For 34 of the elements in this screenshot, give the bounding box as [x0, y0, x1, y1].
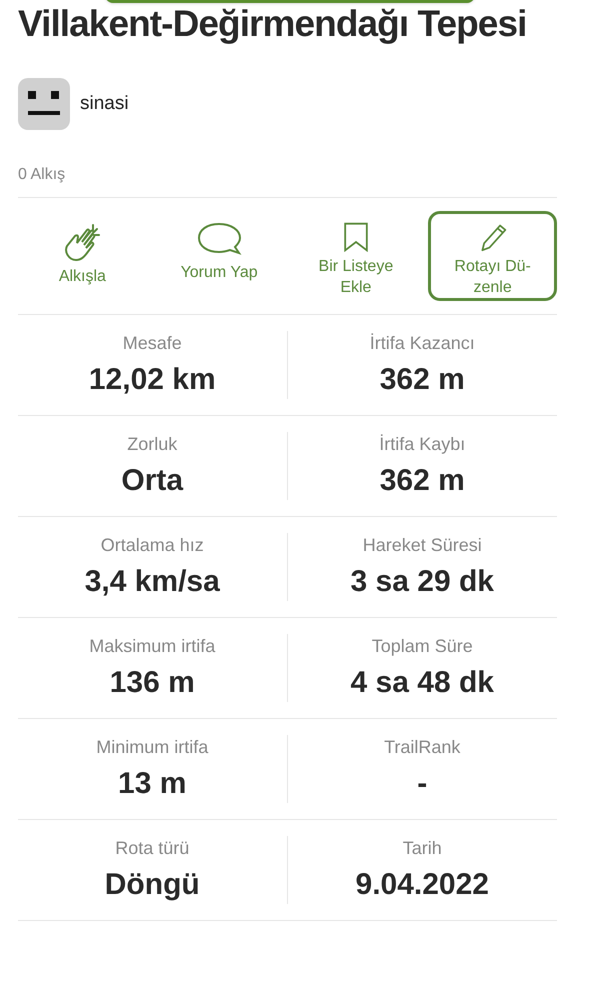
- stat-value: Döngü: [104, 867, 200, 903]
- clap-count: 0 Alkış: [18, 163, 557, 198]
- route-title: Villakent-Değirmendağı Tepesi: [18, 2, 528, 46]
- stat-label: Mesafe: [122, 332, 182, 355]
- clapping-hands-icon: [63, 222, 102, 262]
- action-button[interactable]: Alkışla: [18, 211, 147, 301]
- stat-label: İrtifa Kaybı: [379, 433, 466, 456]
- stat-label: Minimum irtifa: [96, 736, 208, 759]
- stat-value: 9.04.2022: [356, 867, 489, 903]
- action-button[interactable]: Yorum Yap: [154, 211, 284, 301]
- stat-value: 3,4 km/sa: [84, 564, 220, 600]
- stat-value: Orta: [121, 463, 184, 499]
- stat-value: 12,02 km: [88, 362, 216, 398]
- speech-bubble-icon: [196, 222, 242, 258]
- action-button[interactable]: Rotayı Dü-zenle: [428, 211, 557, 301]
- stat-value: 13 m: [118, 766, 186, 802]
- stat-value: 3 sa 29 dk: [350, 564, 494, 600]
- stat-label: Tarih: [402, 837, 442, 860]
- stat-label: Maksimum irtifa: [89, 635, 216, 658]
- stat-label: Ortalama hız: [100, 534, 204, 557]
- stat-label: TrailRank: [384, 736, 460, 759]
- stat-value: 4 sa 48 dk: [350, 665, 494, 701]
- stat-label: Hareket Süresi: [362, 534, 482, 557]
- author-name[interactable]: sinasi: [80, 90, 129, 118]
- stat-value: 362 m: [380, 463, 465, 499]
- stat-label: Zorluk: [127, 433, 178, 456]
- stat-label: Rota türü: [115, 837, 190, 860]
- stat-value: -: [417, 766, 428, 802]
- avatar-icon: [18, 78, 70, 130]
- action-button[interactable]: Bir Listeye Ekle: [292, 211, 420, 301]
- stat-value: 136 m: [110, 665, 195, 701]
- stat-label: İrtifa Kazancı: [370, 332, 475, 355]
- stat-value: 362 m: [380, 362, 465, 398]
- stat-label: Toplam Süre: [372, 635, 473, 658]
